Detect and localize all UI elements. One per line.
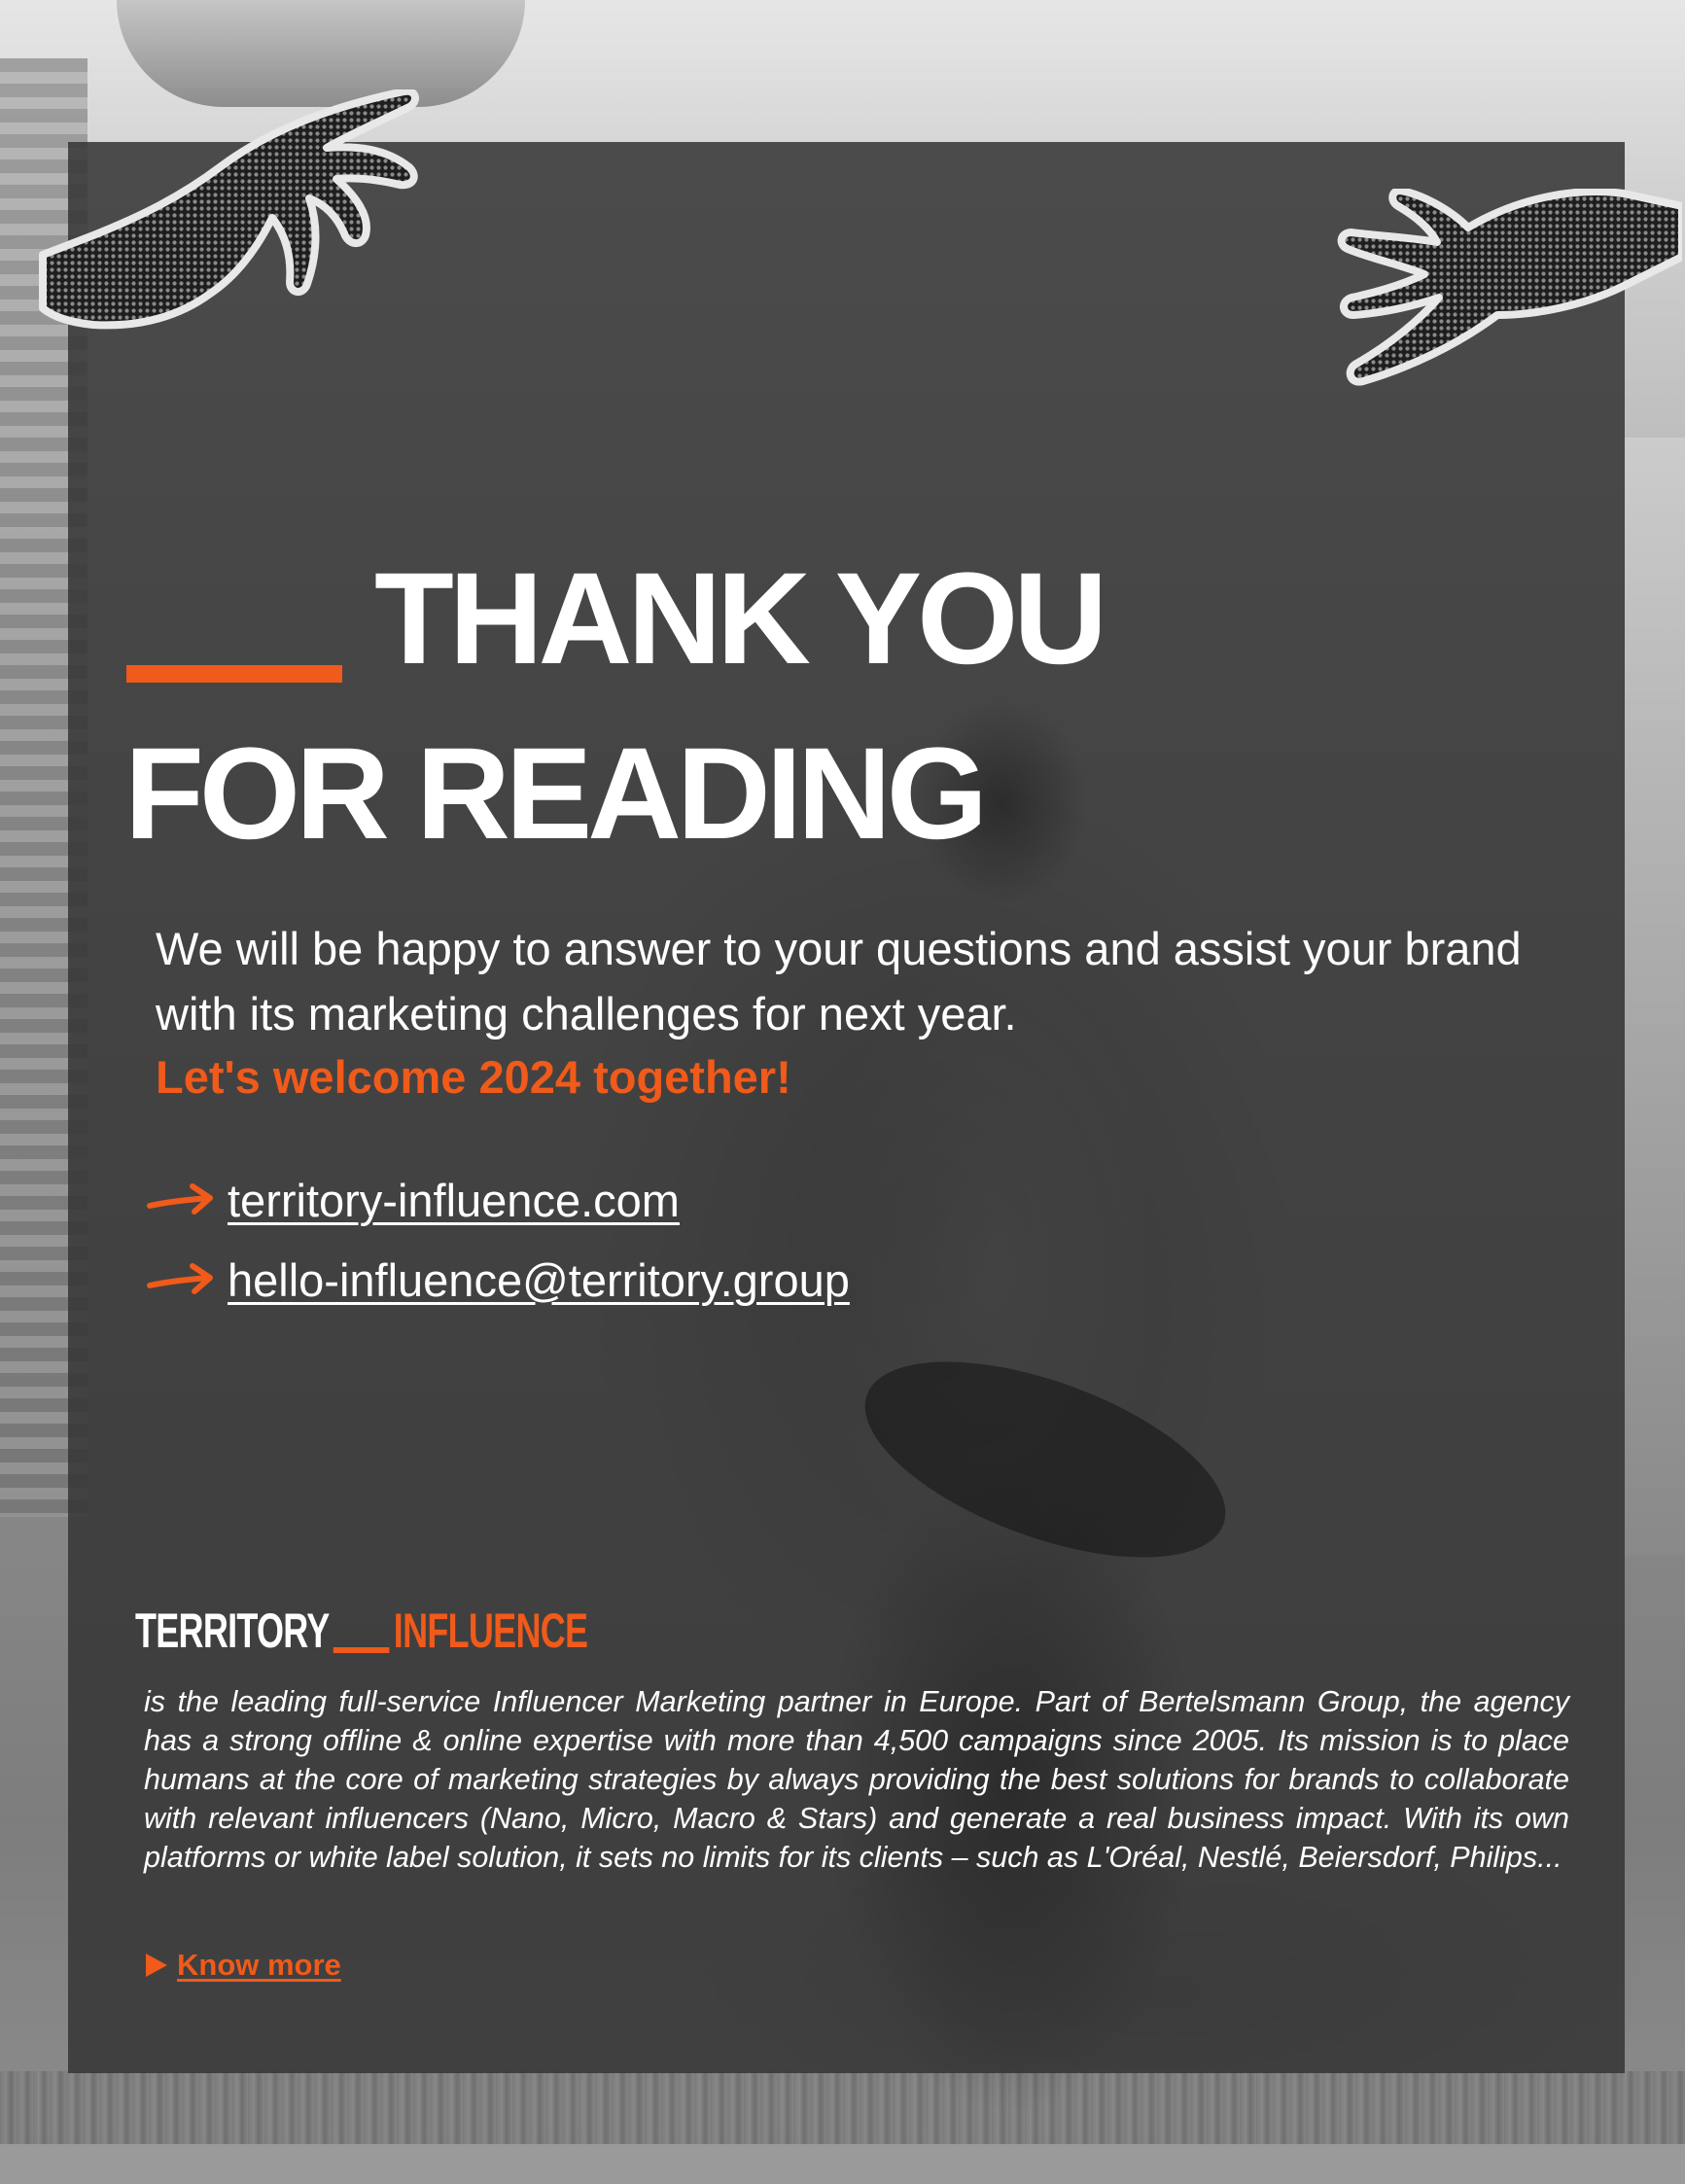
email-link[interactable]: hello-influence@territory.group [228, 1253, 850, 1307]
territory-influence-logo: TERRITORY INFLUENCE [135, 1597, 588, 1658]
play-triangle-icon [146, 1954, 167, 1977]
background-building-right [1625, 438, 1685, 1556]
logo-territory-text: TERRITORY [135, 1603, 330, 1658]
know-more: Know more [146, 1948, 341, 1983]
title-accent-dash [126, 665, 342, 683]
headline-line-1: THANK YOU [374, 546, 1107, 691]
logo-dash [333, 1647, 390, 1653]
arrow-right-icon [147, 1183, 213, 1215]
reaching-hand-right-icon [1337, 189, 1682, 386]
headline-line-2: FOR READING [124, 722, 988, 866]
website-link[interactable]: territory-influence.com [228, 1174, 680, 1227]
logo-influence-text: INFLUENCE [393, 1603, 588, 1658]
contact-email: hello-influence@territory.group [146, 1251, 850, 1309]
know-more-link[interactable]: Know more [177, 1948, 341, 1983]
arrow-right-icon [147, 1263, 213, 1294]
intro-text: We will be happy to answer to your quest… [156, 923, 1522, 1039]
reaching-hand-left-icon [39, 89, 419, 330]
cta-text: Let's welcome 2024 together! [156, 1051, 791, 1103]
company-description: is the leading full-service Influencer M… [144, 1685, 1569, 1874]
contact-website: territory-influence.com [146, 1171, 680, 1229]
